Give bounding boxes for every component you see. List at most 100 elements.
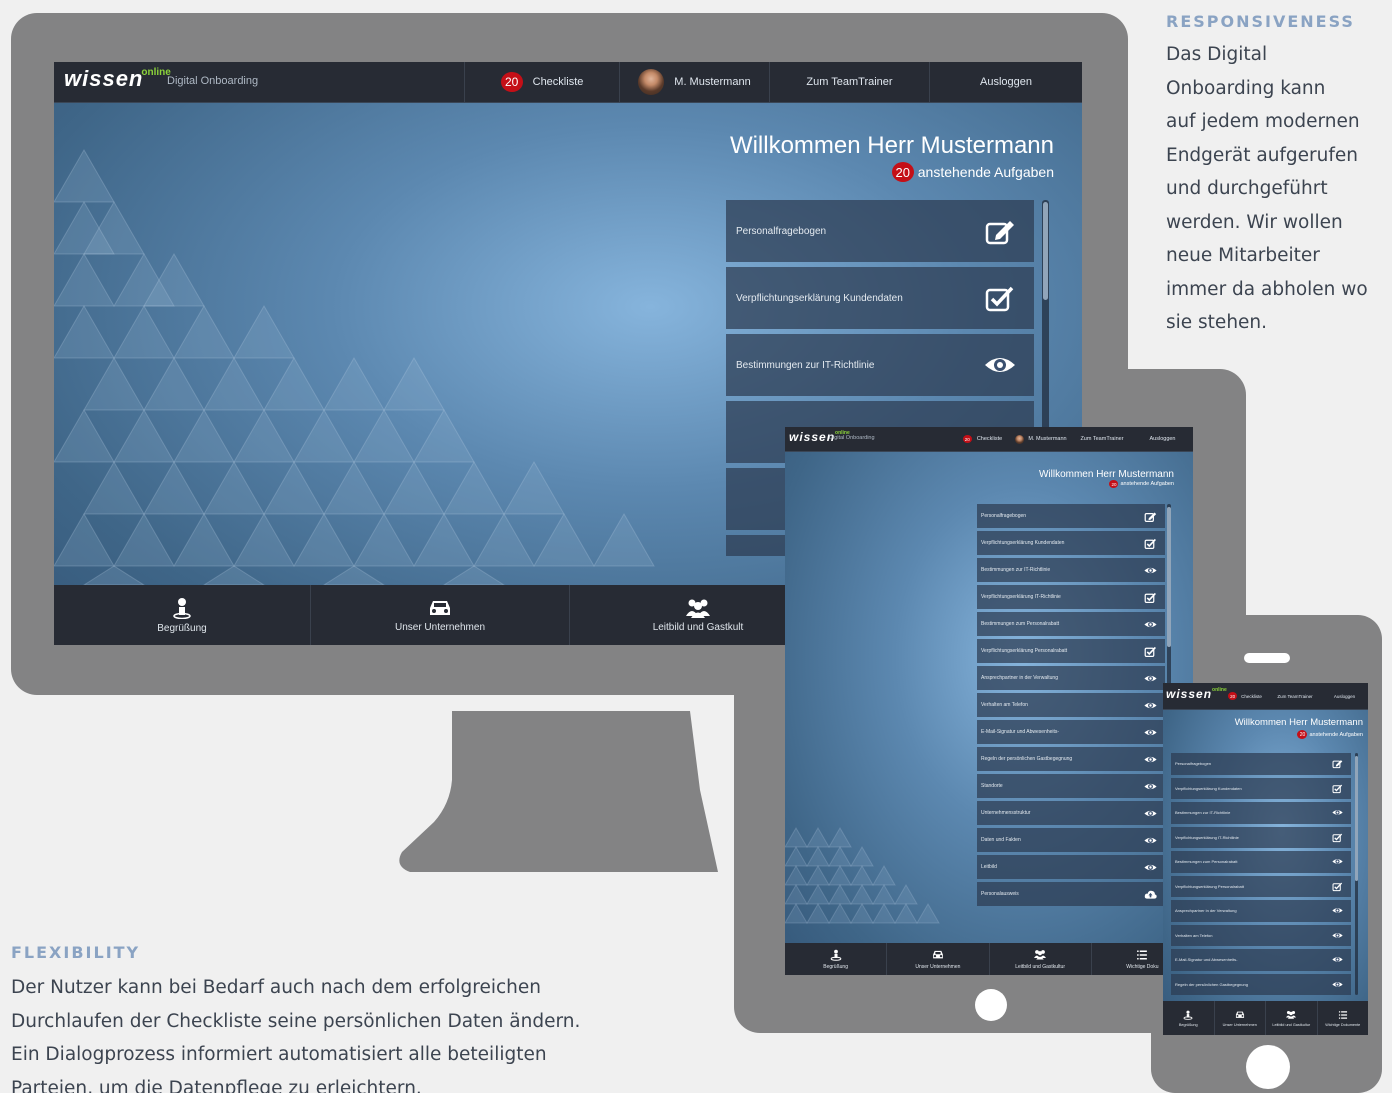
nav-user[interactable]: M. Mustermann [1010, 427, 1072, 451]
task-label: Ansprechpartner in der Verwaltung [981, 675, 1058, 681]
list-icon [1338, 1010, 1347, 1019]
task-item[interactable]: Regeln der persönlichen Gastbegegnung [1171, 973, 1351, 995]
task-item[interactable]: Unternehmensstruktur [977, 801, 1165, 825]
task-item[interactable]: Verpflichtungserklärung Personalrabatt [1171, 875, 1351, 897]
bottom-nav-item[interactable]: Begrüßung [1163, 1001, 1214, 1035]
bottom-nav-unternehmen[interactable]: Unser Unternehmen [310, 585, 569, 645]
bottom-nav-item[interactable]: Wichtige Dokumente [1316, 1001, 1369, 1035]
task-item[interactable]: E-Mail-Signatur und Abwesenheits- [1171, 949, 1351, 971]
welcome-title: Willkommen Herr Mustermann [1038, 469, 1174, 480]
eye-icon [1144, 810, 1157, 816]
eye-icon [1144, 783, 1157, 789]
product-title: Digital Onboarding [829, 435, 875, 441]
task-list: Personalfragebogen Verpflichtungserklärun… [1171, 753, 1351, 995]
edit-icon [1144, 511, 1157, 522]
nav-logout[interactable]: Ausloggen [1132, 427, 1193, 451]
nav-checklist[interactable]: 20 Checkliste [1221, 683, 1269, 709]
eye-icon [1332, 982, 1343, 987]
check-square-icon [1332, 784, 1343, 793]
text-line: und durchgeführt [1166, 178, 1328, 199]
eye-icon [1332, 810, 1343, 815]
task-label: Bestimmungen zur IT-Richtlinie [981, 567, 1051, 573]
tablet-home-button[interactable] [975, 989, 1007, 1021]
task-item[interactable]: Personalfragebogen [1171, 753, 1351, 775]
eye-icon [1332, 859, 1343, 864]
task-label: Verpflichtungserklärung IT-Richtlinie [1175, 834, 1239, 840]
check-square-icon [1332, 882, 1343, 891]
task-item[interactable]: Regeln der persönlichen Gastbegegnung [977, 747, 1165, 771]
scrollbar-thumb[interactable] [1043, 202, 1048, 300]
checklist-badge: 20 [1228, 692, 1238, 700]
task-label: E-Mail-Signatur und Abwesenheits- [1175, 957, 1238, 963]
task-item[interactable]: Daten und Fakten [977, 828, 1165, 852]
task-item[interactable]: Verhalten am Telefon [1171, 924, 1351, 946]
eye-icon [1144, 675, 1157, 681]
cloud-upload-icon [1144, 890, 1157, 899]
text-line: auf jedem modernen [1166, 111, 1360, 132]
eye-icon [1332, 957, 1343, 962]
task-item[interactable]: Verpflichtungserklärung Kundendaten [1171, 777, 1351, 799]
bottom-nav-item[interactable]: Leitbild und Gastkultur [988, 943, 1091, 975]
task-item[interactable]: E-Mail-Signatur und Abwesenheits- [977, 720, 1165, 744]
bottom-nav-begruessung[interactable]: Begrüßung [54, 585, 310, 645]
task-item[interactable]: Bestimmungen zur IT-Richtlinie [1171, 802, 1351, 824]
responsiveness-heading: RESPONSIVENESS [1166, 12, 1355, 31]
nav-user[interactable]: M. Mustermann [619, 62, 769, 102]
task-item[interactable]: Bestimmungen zum Personalrabatt [1171, 851, 1351, 873]
welcome-title: Willkommen Herr Mustermann [1234, 717, 1363, 728]
nav-teamtrainer[interactable]: Zum TeamTrainer [1072, 427, 1132, 451]
bottom-nav-item[interactable]: Unser Unternehmen [1213, 1001, 1266, 1035]
scrollbar-thumb[interactable] [1167, 507, 1171, 647]
task-item[interactable]: Verhalten am Telefon [977, 693, 1165, 717]
task-item[interactable]: Leitbild [977, 855, 1165, 879]
logout-label: Ausloggen [980, 76, 1032, 88]
task-item[interactable]: Standorte [977, 774, 1165, 798]
bottom-nav-item[interactable]: Begrüßung [785, 943, 886, 975]
task-label: Personalfragebogen [736, 225, 827, 237]
nav-logout[interactable]: Ausloggen [929, 62, 1082, 102]
task-item[interactable]: Bestimmungen zur IT-Richtlinie [726, 334, 1034, 396]
phone-home-button[interactable] [1246, 1045, 1290, 1089]
nav-teamtrainer[interactable]: Zum TeamTrainer [1269, 683, 1321, 709]
task-item[interactable]: Ansprechpartner in der Verwaltung [977, 666, 1165, 690]
eye-icon [985, 358, 1015, 372]
text-line: Ein Dialogprozess informiert automatisie… [11, 1044, 547, 1065]
task-item[interactable]: Bestimmungen zur IT-Richtlinie [977, 558, 1165, 582]
text-line: neue Mitarbeiter [1166, 245, 1320, 266]
task-item[interactable]: Personalausweis [977, 882, 1165, 906]
group-icon [1034, 949, 1047, 959]
logo-brand[interactable]: wissen [64, 66, 143, 92]
nav-checklist[interactable]: 20 Checkliste [464, 62, 619, 102]
task-item[interactable]: Personalfragebogen [977, 504, 1165, 528]
task-label: Verhalten am Telefon [981, 702, 1028, 708]
task-item[interactable]: Verpflichtungserklärung Personalrabatt [977, 639, 1165, 663]
user-name: M. Mustermann [1028, 436, 1067, 442]
task-item[interactable]: Verpflichtungserklärung IT-Richtlinie [977, 585, 1165, 609]
logo-brand[interactable]: wissen [1166, 687, 1212, 701]
bottom-nav-item[interactable]: Unser Unternehmen [886, 943, 988, 975]
pending-label: anstehende Aufgaben [1309, 731, 1363, 738]
nav-teamtrainer[interactable]: Zum TeamTrainer [769, 62, 929, 102]
task-item[interactable]: Bestimmungen zum Personalrabatt [977, 612, 1165, 636]
task-label: Ansprechpartner in der Verwaltung [1175, 908, 1237, 914]
task-item[interactable]: Personalfragebogen [726, 200, 1034, 262]
task-item[interactable]: Verpflichtungserklärung Kundendaten [726, 267, 1034, 329]
task-item[interactable]: Ansprechpartner in der Verwaltung [1171, 900, 1351, 922]
task-label: Unternehmensstruktur [981, 810, 1031, 816]
teamtrainer-label: Zum TeamTrainer [806, 76, 893, 88]
nav-logout[interactable]: Ausloggen [1321, 683, 1368, 709]
checklist-badge: 20 [500, 72, 523, 92]
phone-speaker [1244, 653, 1290, 663]
nav-checklist[interactable]: 20 Checkliste [955, 427, 1010, 451]
task-label: Verpflichtungserklärung Kundendaten [1175, 785, 1242, 791]
bottom-nav-label: Wichtige Dokumente [1325, 1022, 1361, 1027]
task-label: Daten und Fakten [981, 837, 1021, 843]
task-label: Bestimmungen zur IT-Richtlinie [1175, 810, 1231, 816]
scrollbar-thumb[interactable] [1355, 756, 1358, 881]
task-item[interactable]: Verpflichtungserklärung Kundendaten [977, 531, 1165, 555]
text-line: Endgerät aufgerufen [1166, 144, 1359, 166]
task-item[interactable]: Verpflichtungserklärung IT-Richtlinie [1171, 826, 1351, 848]
task-label: Verpflichtungserklärung Kundendaten [981, 540, 1065, 546]
bottom-nav-item[interactable]: Leitbild und Gastkultur [1265, 1001, 1317, 1035]
pending-badge: 20 [1109, 480, 1119, 488]
